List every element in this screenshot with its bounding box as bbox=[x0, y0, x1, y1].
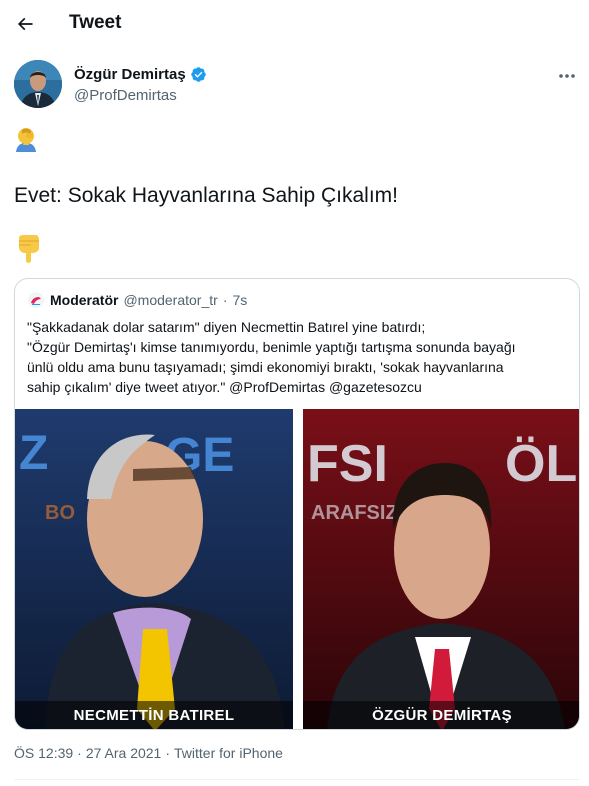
arrow-left-icon bbox=[17, 17, 33, 31]
pointing-down-emoji-icon bbox=[19, 235, 39, 263]
quoted-tweet[interactable]: Moderatör @moderator_tr · 7s "Şakkadanak… bbox=[14, 278, 580, 730]
quoted-text-line: "Şakkadanak dolar satarım" diyen Necmett… bbox=[27, 319, 426, 335]
svg-text:ÖL: ÖL bbox=[505, 435, 577, 493]
more-options-button[interactable] bbox=[555, 66, 579, 86]
svg-text:FSI: FSI bbox=[307, 435, 388, 493]
quoted-text-line: sahip çıkalım' diye tweet atıyor." @Prof… bbox=[27, 379, 422, 395]
author-name: Özgür Demirtaş bbox=[74, 66, 186, 83]
image-caption-right: ÖZGÜR DEMİRTAŞ bbox=[372, 707, 512, 724]
page-title: Tweet bbox=[69, 12, 122, 33]
tweet-meta: ÖS 12:39 · 27 Ara 2021 · Twitter for iPh… bbox=[14, 745, 283, 761]
top-bar: Tweet bbox=[0, 0, 589, 48]
quoted-author-handle: @moderator_tr bbox=[123, 292, 218, 308]
quoted-tweet-text: "Şakkadanak dolar satarım" diyen Necmett… bbox=[27, 317, 567, 397]
tweet-date[interactable]: 27 Ara 2021 bbox=[86, 745, 162, 761]
back-button[interactable] bbox=[10, 9, 40, 39]
tweet-author: Özgür Demirtaş @ProfDemirtas bbox=[14, 60, 579, 112]
quoted-text-line: "Özgür Demirtaş'ı kimse tanımıyordu, ben… bbox=[27, 339, 516, 355]
quoted-tweet-header: Moderatör @moderator_tr · 7s bbox=[27, 291, 247, 309]
image-caption-left: NECMETTİN BATIREL bbox=[73, 707, 235, 724]
quoted-tweet-image[interactable]: Z GE BO FSI ÖL ARAFSIZ bbox=[15, 409, 580, 730]
facepalm-emoji-icon bbox=[16, 128, 36, 152]
tweet-time[interactable]: ÖS 12:39 bbox=[14, 745, 73, 761]
divider bbox=[14, 779, 579, 780]
separator-dot: · bbox=[165, 745, 171, 761]
separator-dot: · bbox=[222, 292, 228, 308]
tweet-text: Evet: Sokak Hayvanlarına Sahip Çıkalım! bbox=[14, 184, 399, 207]
quoted-time: 7s bbox=[232, 292, 248, 308]
tweet-source[interactable]: Twitter for iPhone bbox=[174, 745, 283, 761]
author-handle[interactable]: @ProfDemirtas bbox=[74, 87, 177, 104]
quoted-avatar-icon bbox=[27, 291, 45, 309]
svg-text:BO: BO bbox=[45, 502, 75, 524]
quoted-author-name: Moderatör bbox=[50, 292, 119, 308]
svg-text:Z: Z bbox=[19, 427, 48, 480]
verified-badge-icon bbox=[190, 67, 206, 82]
avatar[interactable] bbox=[14, 60, 62, 108]
separator-dot: · bbox=[77, 745, 82, 761]
author-name-row[interactable]: Özgür Demirtaş bbox=[74, 66, 207, 83]
more-icon bbox=[559, 74, 575, 78]
svg-text:ARAFSIZ: ARAFSIZ bbox=[311, 502, 398, 524]
quoted-text-line: ünlü oldu ama bunu taşıyamadı; şimdi eko… bbox=[27, 359, 504, 375]
